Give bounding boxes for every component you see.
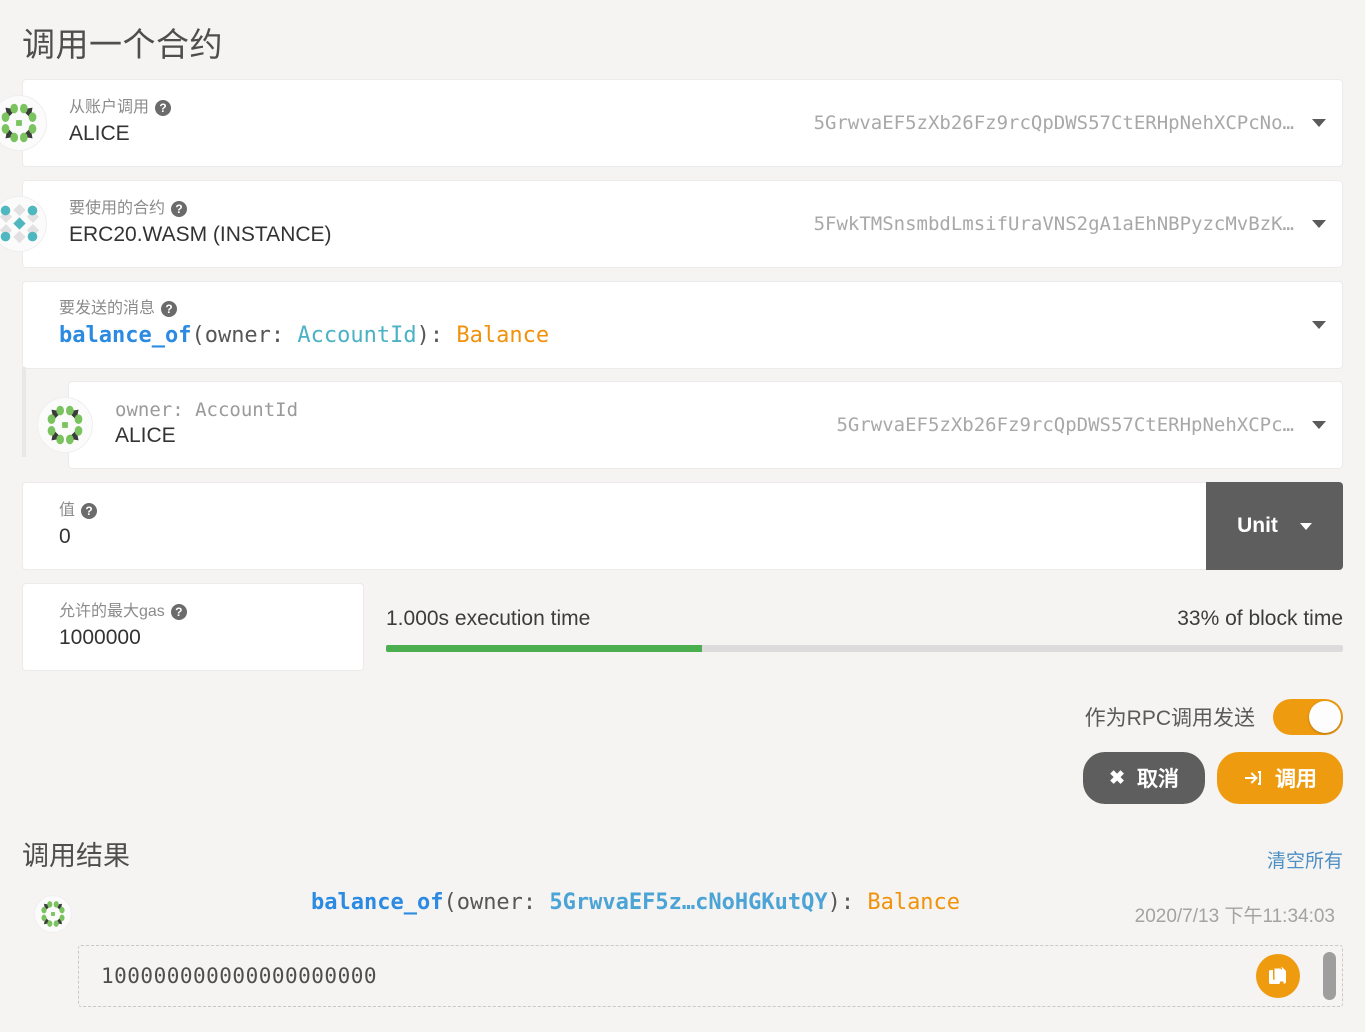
- cancel-button[interactable]: ✖ 取消: [1083, 752, 1205, 804]
- action-buttons: ✖ 取消 调用: [22, 752, 1343, 804]
- close-icon: ✖: [1109, 767, 1125, 789]
- block-time-label: 33% of block time: [1177, 606, 1343, 630]
- help-icon[interactable]: ?: [171, 201, 188, 217]
- help-icon[interactable]: ?: [170, 604, 187, 620]
- page-title: 调用一个合约: [22, 26, 223, 63]
- rpc-toggle[interactable]: [1273, 699, 1343, 735]
- owner-arg-value: ALICE: [115, 424, 176, 447]
- call-contract-form: 从账户调用 ? ALICE 5GrwvaEF5zXb26Fz9rcQpDWS57…: [0, 79, 1365, 804]
- message-arg-open: (owner:: [191, 323, 298, 348]
- contract-address: 5FwkTMSnsmbdLmsifUraVNS2gA1aEhNBPyzcMvBz…: [813, 213, 1294, 235]
- rpc-toggle-label: 作为RPC调用发送: [1084, 707, 1255, 730]
- help-icon[interactable]: ?: [155, 100, 172, 116]
- copy-icon: [1267, 965, 1289, 987]
- message-field[interactable]: 要发送的消息 ? balance_of(owner: AccountId): B…: [22, 281, 1343, 369]
- result-timestamp: 2020/7/13 下午11:34:03: [1134, 906, 1335, 927]
- owner-arg-field[interactable]: owner: AccountId ALICE 5GrwvaEF5zXb26Fz9…: [37, 381, 1343, 469]
- chevron-down-icon[interactable]: [1312, 421, 1326, 429]
- account-identicon: [37, 397, 93, 453]
- account-identicon: [0, 95, 47, 151]
- chevron-down-icon[interactable]: [1312, 220, 1326, 228]
- owner-arg-address: 5GrwvaEF5zXb26Fz9rcQpDWS57CtERHpNehXCPc…: [836, 414, 1294, 436]
- message-return-type: Balance: [456, 323, 550, 348]
- contract-identicon: [0, 196, 47, 252]
- value-label-text: 值: [59, 502, 76, 519]
- contract-label: 要使用的合约 ?: [69, 199, 332, 219]
- contract-label-text: 要使用的合约: [69, 200, 166, 217]
- message-label-text: 要发送的消息: [59, 300, 156, 317]
- contract-value: ERC20.WASM (INSTANCE): [69, 223, 332, 246]
- message-arguments: owner: AccountId ALICE 5GrwvaEF5zXb26Fz9…: [22, 367, 1343, 469]
- chevron-down-icon[interactable]: [1312, 321, 1326, 329]
- result-arg-open: (owner:: [443, 890, 550, 915]
- toggle-knob: [1309, 701, 1341, 733]
- gas-meter-labels: 1.000s execution time 33% of block time: [386, 607, 1343, 631]
- results-title: 调用结果: [22, 841, 130, 871]
- from-account-value: ALICE: [69, 122, 130, 145]
- gas-row: 允许的最大gas ? 1000000 1.000s execution time…: [22, 583, 1343, 671]
- message-arg-close: ):: [416, 323, 457, 348]
- max-gas-label: 允许的最大gas ?: [59, 602, 347, 622]
- result-fn-name: balance_of: [311, 890, 444, 915]
- value-label: 值 ?: [59, 501, 1190, 521]
- result-arg-close: ):: [827, 890, 868, 915]
- result-signature-row: balance_of(owner: 5GrwvaEF5z…cNoHGKutQY)…: [86, 887, 1343, 928]
- max-gas-field[interactable]: 允许的最大gas ? 1000000: [22, 583, 364, 671]
- contract-field[interactable]: 要使用的合约 ? ERC20.WASM (INSTANCE) 5FwkTMSns…: [0, 180, 1343, 268]
- unit-dropdown-button[interactable]: Unit: [1206, 482, 1343, 570]
- output-scrollbar[interactable]: [1323, 952, 1336, 1000]
- result-output-value: 100000000000000000000: [101, 964, 378, 988]
- help-icon[interactable]: ?: [161, 301, 178, 317]
- submit-label: 调用: [1275, 768, 1317, 791]
- max-gas-label-text: 允许的最大gas: [59, 603, 165, 620]
- message-fn-name: balance_of: [59, 323, 192, 348]
- nesting-indicator: [22, 367, 26, 457]
- copy-button[interactable]: [1256, 954, 1300, 998]
- chevron-down-icon[interactable]: [1312, 119, 1326, 127]
- cancel-label: 取消: [1137, 768, 1179, 791]
- result-signature: balance_of(owner: 5GrwvaEF5z…cNoHGKutQY)…: [86, 887, 1115, 918]
- value-row: 值 ? 0 Unit: [22, 482, 1343, 570]
- account-identicon: [34, 895, 72, 933]
- submit-call-button[interactable]: 调用: [1217, 752, 1343, 804]
- result-item: balance_of(owner: 5GrwvaEF5z…cNoHGKutQY)…: [0, 873, 1365, 933]
- rpc-toggle-row: 作为RPC调用发送: [22, 699, 1343, 735]
- result-icon-cell: [22, 887, 86, 933]
- from-account-label-text: 从账户调用: [69, 99, 150, 116]
- result-return-type: Balance: [867, 890, 961, 915]
- from-account-address: 5GrwvaEF5zXb26Fz9rcQpDWS57CtERHpNehXCPcN…: [813, 112, 1294, 134]
- value-field[interactable]: 值 ? 0: [22, 482, 1206, 570]
- from-account-field[interactable]: 从账户调用 ? ALICE 5GrwvaEF5zXb26Fz9rcQpDWS57…: [0, 79, 1343, 167]
- result-arg-address: 5GrwvaEF5z…cNoHGKutQY: [549, 890, 828, 915]
- gas-meter: 1.000s execution time 33% of block time: [386, 583, 1343, 671]
- result-output-box: 100000000000000000000: [78, 945, 1343, 1007]
- message-label: 要发送的消息 ?: [59, 299, 1312, 319]
- from-account-label: 从账户调用 ?: [69, 98, 172, 118]
- value-input[interactable]: 0: [59, 523, 1190, 551]
- help-icon[interactable]: ?: [81, 503, 98, 519]
- results-header: 调用结果 清空所有: [0, 804, 1365, 873]
- owner-arg-label: owner: AccountId: [115, 399, 299, 421]
- sign-in-icon: [1243, 768, 1263, 788]
- chevron-down-icon: [1299, 522, 1312, 530]
- execution-time-label: 1.000s execution time: [386, 606, 591, 630]
- result-body: balance_of(owner: 5GrwvaEF5z…cNoHGKutQY)…: [86, 887, 1343, 933]
- message-arg-type: AccountId: [297, 323, 417, 348]
- message-signature: balance_of(owner: AccountId): Balance: [59, 321, 1312, 351]
- max-gas-input[interactable]: 1000000: [59, 624, 347, 652]
- unit-label: Unit: [1237, 514, 1278, 537]
- gas-progress-track: [386, 644, 1343, 652]
- gas-progress-fill: [386, 644, 702, 652]
- clear-all-link[interactable]: 清空所有: [1267, 846, 1343, 873]
